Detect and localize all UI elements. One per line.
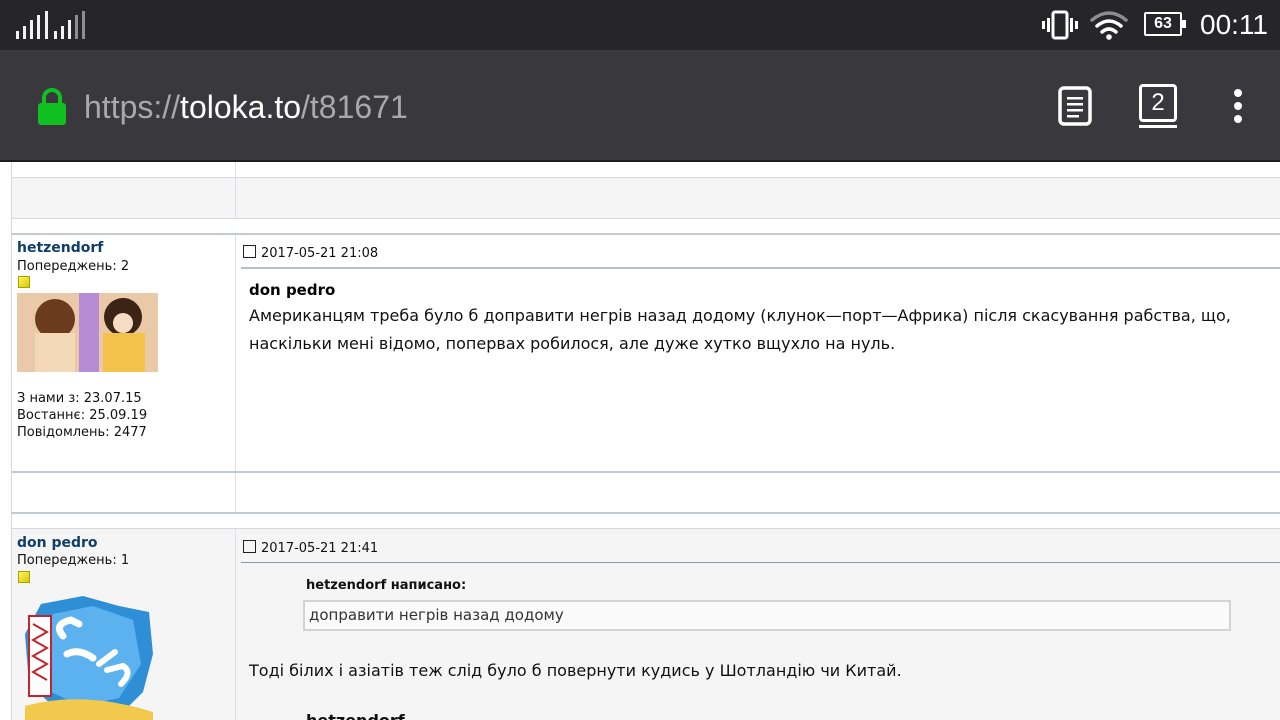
post-date-text: 2017-05-21 21:41	[261, 541, 379, 556]
post-date: 2017-05-21 21:08	[243, 245, 378, 261]
post-last-seen: Востаннє: 25.09.19	[17, 408, 148, 423]
tabs-icon: 2	[1139, 84, 1177, 122]
forum-topic: hetzendorf Попереджень: 2 З нами з: 23.0…	[0, 162, 1280, 720]
quote-box: доправити негрів назад додому	[303, 600, 1231, 631]
column-divider	[235, 162, 236, 218]
post-icon[interactable]	[243, 540, 256, 553]
reader-mode-icon[interactable]	[1058, 86, 1092, 126]
row-divider	[11, 512, 1280, 514]
row-divider	[11, 233, 1280, 235]
column-divider	[235, 235, 236, 471]
url-path: /t81671	[301, 89, 408, 125]
post-username[interactable]: don pedro	[17, 535, 98, 551]
quote-header: hetzendorf написано:	[306, 578, 467, 593]
post-footer-row	[12, 178, 1280, 218]
url-field[interactable]: https://toloka.to/t81671	[84, 84, 408, 130]
post-body: Тоді білих і азіатів теж слід було б пов…	[249, 661, 902, 680]
rank-icon	[18, 571, 30, 583]
post-icon[interactable]	[243, 245, 256, 258]
post-date-text: 2017-05-21 21:08	[261, 246, 379, 261]
row-divider	[11, 218, 1280, 219]
tabs-button[interactable]: 2	[1138, 84, 1180, 130]
lock-icon[interactable]	[36, 87, 68, 127]
url-scheme: https://	[84, 89, 181, 125]
post-warnings: Попереджень: 2	[17, 259, 130, 274]
rank-icon	[18, 276, 30, 288]
vibrate-icon	[1042, 10, 1078, 40]
row-divider	[11, 471, 1280, 473]
post-separator	[241, 562, 1280, 563]
post-message-count: Повідомлень: 2477	[17, 425, 147, 440]
status-bar: 63 00:11	[0, 0, 1280, 50]
post-separator	[241, 267, 1280, 269]
battery-level: 63	[1154, 15, 1172, 32]
post-joined: З нами з: 23.07.15	[17, 391, 142, 406]
battery-icon: 63	[1144, 12, 1186, 36]
menu-icon[interactable]	[1228, 88, 1248, 124]
avatar	[25, 596, 153, 720]
quote-header: hetzendorf	[306, 711, 405, 720]
post-quoted-author: don pedro	[249, 281, 336, 299]
wifi-icon	[1090, 11, 1128, 40]
column-divider	[235, 473, 236, 512]
row-divider	[11, 528, 1280, 529]
column-divider	[235, 529, 236, 720]
post-username[interactable]: hetzendorf	[17, 240, 103, 256]
post-date: 2017-05-21 21:41	[243, 540, 378, 556]
post-warnings: Попереджень: 1	[17, 553, 130, 568]
url-host: toloka.to	[180, 89, 302, 125]
post-body: Американцям треба було б доправити негрі…	[249, 306, 1231, 353]
tabs-underline	[1139, 125, 1177, 128]
avatar	[17, 293, 158, 372]
signal-icon	[16, 11, 88, 39]
clock: 00:11	[1200, 9, 1268, 40]
